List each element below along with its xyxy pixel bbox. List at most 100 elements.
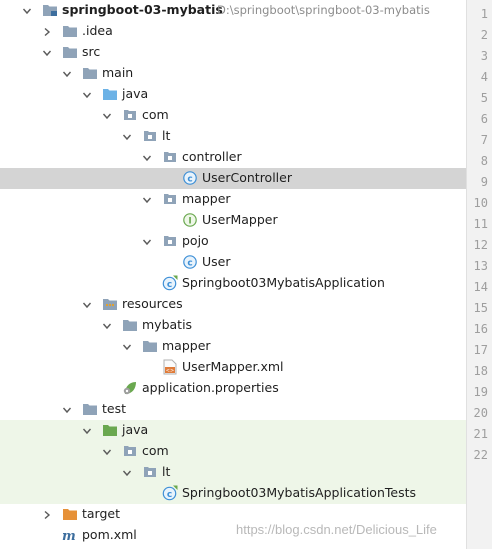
package-icon bbox=[162, 191, 178, 207]
line-number: 3 bbox=[480, 49, 488, 63]
tree-item[interactable]: c Springboot03MybatisApplicationTests bbox=[0, 483, 466, 504]
chevron-down-icon[interactable] bbox=[100, 315, 114, 336]
tree-item-label: Springboot03MybatisApplicationTests bbox=[182, 485, 417, 500]
tree-item[interactable]: lt bbox=[0, 126, 466, 147]
tree-item-label: UserMapper bbox=[202, 212, 278, 227]
chevron-down-icon[interactable] bbox=[20, 0, 34, 21]
chevron-down-icon[interactable] bbox=[40, 42, 54, 63]
tree-item[interactable]: src bbox=[0, 42, 466, 63]
tree-item-label: User bbox=[202, 254, 231, 269]
chevron-down-icon[interactable] bbox=[80, 294, 94, 315]
svg-text:<>: <> bbox=[166, 368, 174, 374]
line-number-gutter: 1 2 3 4 5 6 7 8 9 10 11 12 13 14 15 16 17 18 19 20 21 22 bbox=[466, 0, 492, 549]
chevron-down-icon[interactable] bbox=[80, 420, 94, 441]
chevron-down-icon[interactable] bbox=[140, 231, 154, 252]
tree-item-label: java bbox=[122, 86, 149, 101]
tree-item[interactable]: c Springboot03MybatisApplication bbox=[0, 273, 466, 294]
chevron-down-icon[interactable] bbox=[140, 189, 154, 210]
tree-item-label: java bbox=[122, 422, 149, 437]
tree-item[interactable]: c User bbox=[0, 252, 466, 273]
chevron-down-icon[interactable] bbox=[60, 63, 74, 84]
tree-item-label: lt bbox=[162, 464, 171, 479]
svg-text:c: c bbox=[187, 258, 192, 268]
chevron-right-icon[interactable] bbox=[40, 504, 54, 525]
maven-file-icon: m bbox=[62, 527, 78, 543]
chevron-down-icon[interactable] bbox=[140, 147, 154, 168]
tree-item-label: src bbox=[82, 44, 101, 59]
watermark: https://blog.csdn.net/Delicious_Life bbox=[236, 522, 437, 537]
tree-item[interactable]: mybatis bbox=[0, 315, 466, 336]
tree-item[interactable]: I UserMapper bbox=[0, 210, 466, 231]
line-number: 10 bbox=[473, 196, 488, 210]
class-icon: c bbox=[182, 254, 198, 270]
line-number: 5 bbox=[480, 91, 488, 105]
tree-item[interactable]: java bbox=[0, 420, 466, 441]
tree-item-label: pojo bbox=[182, 233, 209, 248]
tree-item[interactable]: springboot-03-mybatis D:\springboot\sprin… bbox=[0, 0, 466, 21]
tree-item[interactable]: test bbox=[0, 399, 466, 420]
source-folder-icon bbox=[102, 86, 118, 102]
folder-icon bbox=[142, 338, 158, 354]
tree-item[interactable]: resources bbox=[0, 294, 466, 315]
tree-item-label: UserController bbox=[202, 170, 292, 185]
tree-item[interactable]: application.properties bbox=[0, 378, 466, 399]
svg-text:c: c bbox=[187, 174, 192, 184]
tree-item-label: mapper bbox=[162, 338, 211, 353]
tree-item[interactable]: mapper bbox=[0, 189, 466, 210]
tree-item[interactable]: mapper bbox=[0, 336, 466, 357]
springboot-class-icon: c bbox=[162, 275, 178, 291]
interface-icon: I bbox=[182, 212, 198, 228]
tree-item[interactable]: java bbox=[0, 84, 466, 105]
svg-text:I: I bbox=[188, 217, 191, 227]
chevron-right-icon[interactable] bbox=[40, 21, 54, 42]
line-number: 7 bbox=[480, 133, 488, 147]
line-number: 4 bbox=[480, 70, 488, 84]
tree-item[interactable]: .idea bbox=[0, 21, 466, 42]
line-number: 21 bbox=[473, 427, 488, 441]
svg-text:c: c bbox=[167, 490, 172, 500]
tree-item[interactable]: com bbox=[0, 441, 466, 462]
tree-item[interactable]: main bbox=[0, 63, 466, 84]
line-number: 20 bbox=[473, 406, 488, 420]
tree-item-label: springboot-03-mybatis bbox=[62, 2, 223, 17]
properties-file-icon bbox=[122, 380, 138, 396]
chevron-down-icon[interactable] bbox=[120, 336, 134, 357]
tree-item[interactable]: controller bbox=[0, 147, 466, 168]
chevron-down-icon[interactable] bbox=[80, 84, 94, 105]
tree-item-label: mapper bbox=[182, 191, 231, 206]
chevron-down-icon[interactable] bbox=[120, 462, 134, 483]
tree-item-label: com bbox=[142, 443, 169, 458]
tree-item-label: .idea bbox=[82, 23, 113, 38]
tree-item-label: lt bbox=[162, 128, 171, 143]
tree-item[interactable]: com bbox=[0, 105, 466, 126]
tree-item[interactable]: pojo bbox=[0, 231, 466, 252]
package-icon bbox=[162, 233, 178, 249]
svg-text:m: m bbox=[62, 529, 76, 542]
tree-item-label: main bbox=[102, 65, 134, 80]
line-number: 12 bbox=[473, 238, 488, 252]
package-icon bbox=[122, 107, 138, 123]
chevron-down-icon[interactable] bbox=[100, 105, 114, 126]
folder-icon bbox=[82, 65, 98, 81]
svg-text:c: c bbox=[167, 280, 172, 290]
package-icon bbox=[122, 443, 138, 459]
tree-item-label: application.properties bbox=[142, 380, 279, 395]
tree-item[interactable]: c UserController bbox=[0, 168, 466, 189]
folder-icon bbox=[82, 401, 98, 417]
line-number: 22 bbox=[473, 448, 488, 462]
chevron-down-icon[interactable] bbox=[100, 441, 114, 462]
line-number: 11 bbox=[473, 217, 488, 231]
tree-item-label: mybatis bbox=[142, 317, 193, 332]
folder-icon bbox=[62, 44, 78, 60]
line-number: 16 bbox=[473, 322, 488, 336]
tree-item[interactable]: lt bbox=[0, 462, 466, 483]
tree-item[interactable]: <> UserMapper.xml bbox=[0, 357, 466, 378]
folder-icon bbox=[122, 317, 138, 333]
tree-item-label: Springboot03MybatisApplication bbox=[182, 275, 385, 290]
line-number: 9 bbox=[480, 175, 488, 189]
class-icon: c bbox=[182, 170, 198, 186]
project-path-hint: D:\springboot\springboot-03-mybatis bbox=[217, 3, 430, 17]
tree-item-label: pom.xml bbox=[82, 527, 137, 542]
chevron-down-icon[interactable] bbox=[120, 126, 134, 147]
chevron-down-icon[interactable] bbox=[60, 399, 74, 420]
